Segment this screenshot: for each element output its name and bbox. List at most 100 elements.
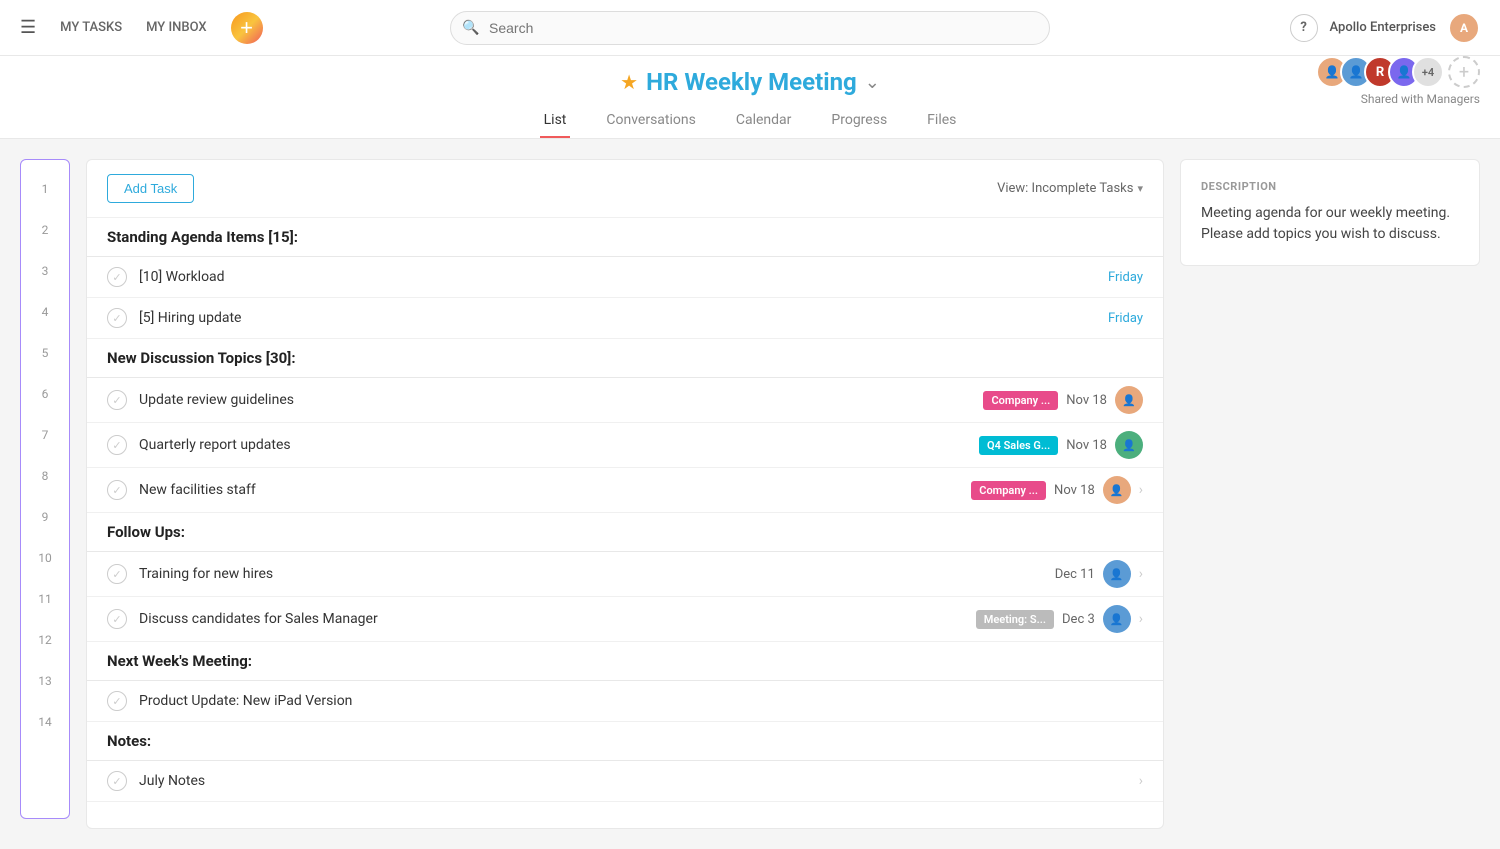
task-date: Friday [1108,270,1143,285]
page-title: HR Weekly Meeting [646,68,857,96]
section-standing-agenda-label: Standing Agenda Items [15]: [107,228,298,246]
task-meta: › [1139,773,1143,789]
my-inbox-link[interactable]: MY INBOX [146,20,207,35]
task-tag: Meeting: S... [976,610,1054,629]
row-num-2: 2 [21,209,69,250]
row-num-3: 3 [21,250,69,291]
task-list-toolbar: Add Task View: Incomplete Tasks ▾ [87,160,1163,218]
task-name: July Notes [139,773,1139,789]
task-name: New facilities staff [139,482,971,498]
top-nav: ☰ MY TASKS MY INBOX + 🔍 ? Apollo Enterpr… [0,0,1500,56]
task-checkbox[interactable]: ✓ [107,609,127,629]
search-input[interactable] [450,11,1050,45]
nav-left: ☰ MY TASKS MY INBOX + [20,12,263,44]
task-date: Nov 18 [1066,393,1107,408]
help-button[interactable]: ? [1290,14,1318,42]
task-checkbox[interactable]: ✓ [107,691,127,711]
hamburger-icon[interactable]: ☰ [20,17,36,38]
table-row[interactable]: ✓ New facilities staff Company ... Nov 1… [87,468,1163,513]
view-caret-icon: ▾ [1137,182,1143,195]
row-num-14: 14 [21,701,69,742]
task-checkbox[interactable]: ✓ [107,435,127,455]
title-caret-icon[interactable]: ⌄ [865,72,880,93]
task-meta: Friday [1108,270,1143,285]
task-avatar: 👤 [1115,386,1143,414]
page-title-row: ★ HR Weekly Meeting ⌄ [0,68,1500,96]
add-member-button[interactable]: + [1448,56,1480,88]
header-right-block: 👤 👤 R 👤 +4 + Shared with Managers [1316,56,1480,106]
task-name: [5] Hiring update [139,310,1108,326]
description-title: DESCRIPTION [1201,180,1459,193]
chevron-right-icon[interactable]: › [1139,482,1143,498]
task-date: Nov 18 [1054,483,1095,498]
table-row[interactable]: ✓ [10] Workload Friday [87,257,1163,298]
search-icon: 🔍 [462,20,479,36]
row-num-8: 8 [21,455,69,496]
section-new-discussion: New Discussion Topics [30]: [87,339,1163,378]
table-row[interactable]: ✓ [5] Hiring update Friday [87,298,1163,339]
task-name: Training for new hires [139,566,1055,582]
table-row[interactable]: ✓ July Notes › [87,761,1163,802]
table-row[interactable]: ✓ Discuss candidates for Sales Manager M… [87,597,1163,642]
row-num-4: 4 [21,291,69,332]
shared-avatar-more: +4 [1412,56,1444,88]
task-tag: Company ... [971,481,1046,500]
section-standing-agenda: Standing Agenda Items [15]: [87,218,1163,257]
chevron-right-icon[interactable]: › [1139,773,1143,789]
task-checkbox[interactable]: ✓ [107,390,127,410]
row-num-11: 11 [21,578,69,619]
task-name: Update review guidelines [139,392,983,408]
add-task-button[interactable]: Add Task [107,174,194,203]
task-date: Dec 3 [1062,612,1095,627]
task-date: Dec 11 [1055,567,1095,582]
section-notes-label: Notes: [107,732,151,750]
table-row[interactable]: ✓ Product Update: New iPad Version [87,681,1163,722]
task-checkbox[interactable]: ✓ [107,564,127,584]
task-date: Nov 18 [1066,438,1107,453]
table-row[interactable]: ✓ Training for new hires Dec 11 👤 › [87,552,1163,597]
task-tag: Company ... [983,391,1058,410]
tab-conversations[interactable]: Conversations [602,104,699,138]
search-bar: 🔍 [450,11,1050,45]
row-num-6: 6 [21,373,69,414]
task-checkbox[interactable]: ✓ [107,267,127,287]
tab-progress[interactable]: Progress [827,104,891,138]
section-new-discussion-label: New Discussion Topics [30]: [107,349,296,367]
row-numbers: 1 2 3 4 5 6 7 8 9 10 11 12 13 14 [20,159,70,819]
task-meta: Dec 11 👤 › [1055,560,1143,588]
task-meta: Company ... Nov 18 👤 [983,386,1143,414]
chevron-right-icon[interactable]: › [1139,611,1143,627]
row-num-7: 7 [21,414,69,455]
chevron-right-icon[interactable]: › [1139,566,1143,582]
workspace-name: Apollo Enterprises [1330,20,1436,35]
task-avatar: 👤 [1103,476,1131,504]
row-num-10: 10 [21,537,69,578]
user-avatar[interactable]: A [1448,12,1480,44]
description-body: Meeting agenda for our weekly meeting. P… [1201,203,1459,245]
row-num-5: 5 [21,332,69,373]
page-tabs: List Conversations Calendar Progress Fil… [0,104,1500,138]
task-meta: Friday [1108,311,1143,326]
row-num-12: 12 [21,619,69,660]
row-num-1: 1 [21,168,69,209]
table-row[interactable]: ✓ Quarterly report updates Q4 Sales G...… [87,423,1163,468]
section-notes: Notes: [87,722,1163,761]
table-row[interactable]: ✓ Update review guidelines Company ... N… [87,378,1163,423]
view-select[interactable]: View: Incomplete Tasks ▾ [997,181,1143,196]
section-follow-ups-label: Follow Ups: [107,523,185,541]
task-name: Quarterly report updates [139,437,979,453]
section-next-weeks-meeting: Next Week's Meeting: [87,642,1163,681]
star-icon: ★ [620,70,638,94]
task-tag: Q4 Sales G... [979,436,1058,455]
add-button[interactable]: + [231,12,263,44]
tab-list[interactable]: List [540,104,571,138]
task-checkbox[interactable]: ✓ [107,308,127,328]
task-name: [10] Workload [139,269,1108,285]
main-container: 1 2 3 4 5 6 7 8 9 10 11 12 13 14 Add Tas… [0,139,1500,849]
tab-calendar[interactable]: Calendar [732,104,796,138]
page-header: 👤 👤 R 👤 +4 + Shared with Managers ★ HR W… [0,56,1500,139]
my-tasks-link[interactable]: MY TASKS [60,20,122,35]
task-checkbox[interactable]: ✓ [107,771,127,791]
tab-files[interactable]: Files [923,104,960,138]
task-checkbox[interactable]: ✓ [107,480,127,500]
